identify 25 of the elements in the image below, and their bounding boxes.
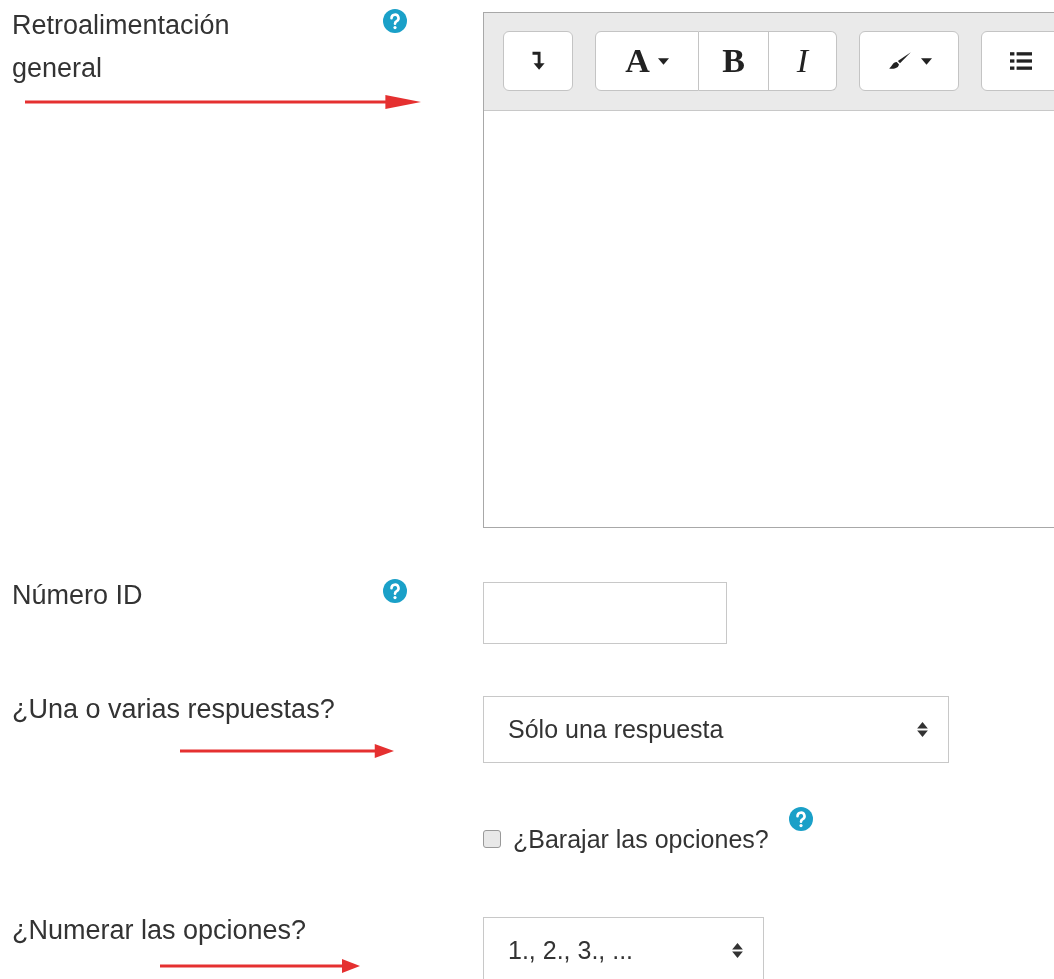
field-label: ¿Una o varias respuestas? bbox=[12, 693, 336, 726]
font-button[interactable]: A bbox=[595, 31, 699, 91]
bold-button[interactable]: B bbox=[699, 31, 769, 91]
list-button[interactable] bbox=[981, 31, 1054, 91]
field-label: Retroalimentación general bbox=[12, 9, 231, 85]
id-input-field[interactable] bbox=[483, 582, 727, 644]
collapse-button[interactable] bbox=[503, 31, 573, 91]
italic-button[interactable]: I bbox=[769, 31, 837, 91]
checkbox-label: ¿Barajar las opciones? bbox=[513, 824, 769, 854]
sort-icon bbox=[732, 943, 743, 958]
select-dropdown[interactable]: Sólo una respuesta bbox=[483, 696, 949, 763]
field-label: ¿Numerar las opciones? bbox=[12, 914, 308, 947]
text-editor[interactable]: A B I bbox=[483, 12, 1054, 528]
caret-icon bbox=[657, 57, 669, 65]
caret-icon bbox=[920, 57, 932, 65]
field-label: Número ID bbox=[12, 579, 144, 612]
select-dropdown[interactable]: 1., 2., 3., ... bbox=[483, 917, 764, 979]
brush-icon bbox=[886, 50, 913, 72]
list-icon bbox=[1010, 50, 1032, 72]
help-icon[interactable] bbox=[788, 807, 813, 831]
help-icon[interactable] bbox=[383, 9, 407, 33]
brush-button[interactable] bbox=[859, 31, 959, 91]
sort-icon bbox=[917, 722, 928, 737]
help-icon[interactable] bbox=[383, 579, 407, 603]
checkbox[interactable] bbox=[483, 830, 501, 848]
